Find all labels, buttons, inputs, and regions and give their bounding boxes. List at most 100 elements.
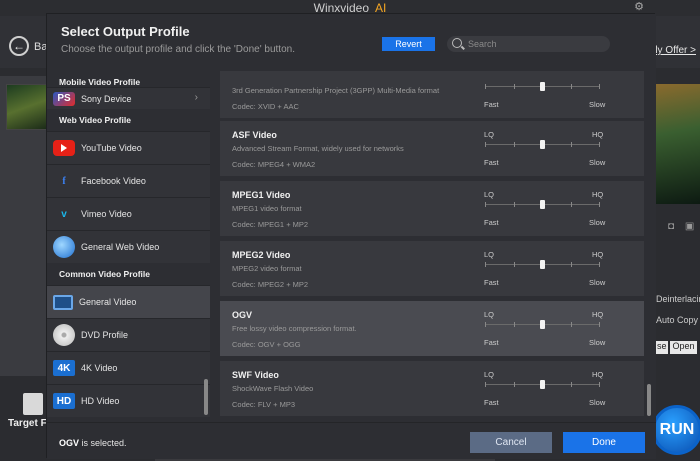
hd-icon: HD	[53, 393, 75, 409]
category-item-general-web[interactable]: General Web Video	[47, 230, 210, 263]
quality-slider[interactable]	[485, 380, 600, 389]
slider-tick	[599, 322, 600, 327]
category-scrollbar[interactable]	[204, 379, 208, 415]
category-item-facebook[interactable]: f Facebook Video	[47, 164, 210, 197]
quality-hq-label: HQ	[592, 190, 604, 199]
preview-image	[656, 84, 700, 204]
dvd-icon	[53, 324, 75, 346]
speed-slow-label: Slow	[589, 278, 606, 287]
category-label: DVD Profile	[81, 330, 129, 340]
profile-card[interactable]: 3rd Generation Partnership Project (3GPP…	[220, 71, 644, 118]
open-button[interactable]: Open	[670, 341, 697, 354]
category-label: 4K Video	[81, 363, 118, 373]
run-button[interactable]: RUN	[652, 405, 700, 455]
slider-tick	[599, 262, 600, 267]
profile-card[interactable]: MPEG1 Video MPEG1 video format Codec: MPEG…	[220, 181, 644, 236]
quality-lq-label: LQ	[484, 130, 495, 139]
app-window: Winxvideo AI ⚙ ← Ba nly Offer > ◘ ▣ Deint…	[0, 0, 700, 461]
slider-thumb[interactable]	[540, 82, 545, 91]
profile-description: ShockWave Flash Video	[232, 384, 314, 393]
category-header-web: Web Video Profile	[47, 109, 210, 131]
deinterlacing-option[interactable]: Deinterlacing	[656, 294, 700, 304]
category-item-vimeo[interactable]: v Vimeo Video	[47, 197, 210, 230]
target-format-icon[interactable]	[23, 393, 43, 415]
slider-tick	[485, 142, 486, 147]
facebook-icon: f	[62, 175, 66, 187]
slider-thumb[interactable]	[540, 200, 545, 209]
category-item-4k[interactable]: 4K 4K Video	[47, 351, 210, 384]
search-box[interactable]	[447, 36, 610, 52]
quality-hq-label: HQ	[592, 250, 604, 259]
slider-tick	[514, 202, 515, 207]
profile-card[interactable]: OGV Free lossy video compression format. C…	[220, 301, 644, 356]
slider-tick	[485, 322, 486, 327]
category-list: Mobile Video Profile PS Sony Device › We…	[47, 71, 210, 422]
category-item-hd[interactable]: HD HD Video	[47, 384, 210, 417]
profile-card[interactable]: SWF Video ShockWave Flash Video Codec: FLV…	[220, 361, 644, 416]
back-icon[interactable]: ←	[9, 36, 29, 56]
toolbar-icons[interactable]: ◘ ▣	[668, 221, 698, 232]
speed-slow-label: Slow	[589, 100, 606, 109]
profile-codec: Codec: OGV + OGG	[232, 340, 301, 349]
category-item-dvd[interactable]: DVD Profile	[47, 318, 210, 351]
speed-fast-label: Fast	[484, 278, 499, 287]
profile-codec: Codec: MPEG2 + MP2	[232, 280, 309, 289]
slider-tick	[571, 202, 572, 207]
selected-profile-name: OGV	[59, 438, 80, 448]
globe-icon	[53, 236, 75, 258]
profile-description: 3rd Generation Partnership Project (3GPP…	[232, 86, 440, 95]
profile-codec: Codec: MPEG4 + WMA2	[232, 160, 316, 169]
cancel-button[interactable]: Cancel	[470, 432, 552, 453]
profile-card[interactable]: MPEG2 Video MPEG2 video format Codec: MPEG…	[220, 241, 644, 296]
profile-name: MPEG1 Video	[232, 190, 291, 200]
gear-icon[interactable]: ⚙	[634, 0, 644, 13]
quality-slider[interactable]	[485, 260, 600, 269]
slider-thumb[interactable]	[540, 320, 545, 329]
browse-button[interactable]: se	[656, 341, 668, 354]
slider-tick	[514, 382, 515, 387]
vimeo-icon: v	[61, 208, 67, 220]
profile-name: ASF Video	[232, 130, 277, 140]
dialog-title: Select Output Profile	[61, 24, 190, 39]
slider-tick	[571, 262, 572, 267]
search-icon	[452, 38, 462, 48]
selection-status-text: is selected.	[79, 438, 127, 448]
speed-slow-label: Slow	[589, 398, 606, 407]
slider-thumb[interactable]	[540, 140, 545, 149]
revert-button[interactable]: Revert	[382, 37, 435, 51]
slider-tick	[485, 262, 486, 267]
slider-tick	[571, 382, 572, 387]
search-input[interactable]	[468, 38, 606, 50]
done-button[interactable]: Done	[563, 432, 645, 453]
quality-slider[interactable]	[485, 140, 600, 149]
profile-card[interactable]: ASF Video Advanced Stream Format, widely …	[220, 121, 644, 176]
quality-slider[interactable]	[485, 200, 600, 209]
dialog-header: Select Output Profile Choose the output …	[47, 14, 656, 71]
category-item-sony[interactable]: PS Sony Device ›	[47, 87, 210, 109]
slider-tick	[514, 142, 515, 147]
category-label: Facebook Video	[81, 176, 146, 186]
speed-fast-label: Fast	[484, 338, 499, 347]
auto-copy-option[interactable]: Auto Copy	[656, 315, 698, 325]
profile-description: Advanced Stream Format, widely used for …	[232, 144, 404, 153]
slider-tick	[485, 382, 486, 387]
quality-lq-label: LQ	[484, 370, 495, 379]
profile-codec: Codec: FLV + MP3	[232, 400, 296, 409]
slider-tick	[599, 142, 600, 147]
slider-thumb[interactable]	[540, 260, 545, 269]
slider-tick	[485, 202, 486, 207]
video-thumbnail[interactable]	[6, 84, 48, 130]
profile-codec: Codec: MPEG1 + MP2	[232, 220, 309, 229]
profile-scrollbar[interactable]	[647, 384, 651, 416]
quality-lq-label: LQ	[484, 250, 495, 259]
slider-thumb[interactable]	[540, 380, 545, 389]
quality-slider[interactable]	[485, 82, 600, 91]
quality-slider[interactable]	[485, 320, 600, 329]
offer-link[interactable]: nly Offer >	[650, 45, 696, 56]
monitor-icon	[53, 294, 73, 310]
dialog-footer: OGV is selected. Cancel Done	[47, 422, 656, 459]
category-item-general-video[interactable]: General Video	[47, 285, 210, 318]
chevron-right-icon: ›	[194, 92, 198, 103]
category-item-youtube[interactable]: YouTube Video	[47, 131, 210, 164]
category-label: HD Video	[81, 396, 120, 406]
